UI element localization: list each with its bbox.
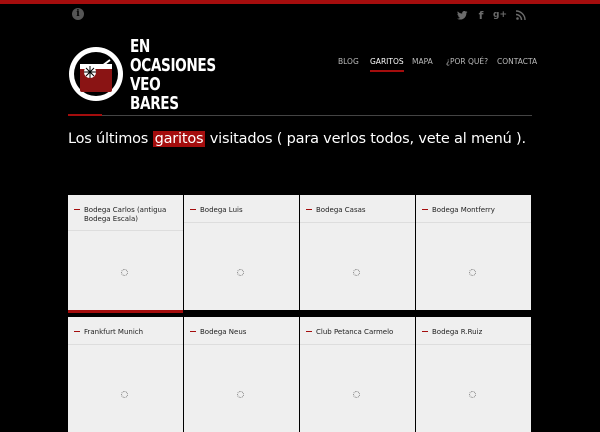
garito-card[interactable]: Bodega R.Ruiz — [416, 317, 531, 432]
nav-item-contacta[interactable]: CONTACTA — [497, 57, 537, 66]
logo-line: EN — [130, 37, 150, 57]
card-header: Bodega R.Ruiz — [416, 317, 531, 345]
card-header: Bodega Neus — [184, 317, 299, 345]
card-header: Bodega Casas — [300, 195, 415, 223]
card-header: Frankfurt Munich — [68, 317, 183, 345]
rss-icon[interactable] — [514, 8, 528, 22]
info-icon[interactable]: i — [72, 8, 84, 20]
garito-card[interactable]: Bodega Casas — [300, 195, 415, 310]
nav-item-mapa[interactable]: MAPA — [412, 57, 433, 66]
loading-spinner-icon — [237, 269, 244, 276]
loading-spinner-icon — [237, 391, 244, 398]
headline-highlight[interactable]: garitos — [152, 131, 206, 147]
garito-card[interactable]: Bodega Carlos (antigua Bodega Escala) — [68, 195, 183, 313]
card-title[interactable]: Bodega Luis — [200, 206, 292, 215]
headline-text: Los últimos — [68, 131, 153, 147]
loading-spinner-icon — [121, 269, 128, 276]
loading-spinner-icon — [469, 391, 476, 398]
logo-line: OCASIONES — [130, 56, 216, 76]
garito-card[interactable]: Bodega Luis — [184, 195, 299, 310]
card-dash — [306, 209, 312, 210]
headline-text: visitados ( para verlos todos, vete al m… — [205, 131, 526, 147]
page-headline: Los últimos garitos visitados ( para ver… — [68, 131, 526, 147]
top-accent-bar — [0, 0, 600, 4]
card-header: Club Petanca Carmelo — [300, 317, 415, 345]
card-title[interactable]: Club Petanca Carmelo — [316, 328, 408, 337]
loading-spinner-icon — [353, 269, 360, 276]
card-header: Bodega Carlos (antigua Bodega Escala) — [68, 195, 183, 231]
garito-card[interactable]: Club Petanca Carmelo — [300, 317, 415, 432]
card-title[interactable]: Frankfurt Munich — [84, 328, 176, 337]
garitos-grid: Bodega Carlos (antigua Bodega Escala) Bo… — [67, 194, 533, 432]
card-dash — [190, 209, 196, 210]
logo-text: EN OCASIONES VEO BARES — [130, 37, 216, 114]
facebook-icon[interactable]: f — [474, 8, 488, 22]
card-header: Bodega Luis — [184, 195, 299, 223]
card-dash — [422, 209, 428, 210]
card-dash — [190, 331, 196, 332]
divider-accent — [68, 114, 102, 116]
google-plus-icon[interactable]: g+ — [493, 8, 507, 22]
nav-item-por-que[interactable]: ¿POR QUÉ? — [446, 57, 488, 66]
card-header: Bodega Montferry — [416, 195, 531, 223]
twitter-icon[interactable] — [455, 8, 469, 22]
logo-line: VEO — [130, 75, 161, 95]
card-accent — [68, 310, 183, 313]
loading-spinner-icon — [469, 269, 476, 276]
card-title[interactable]: Bodega R.Ruiz — [432, 328, 524, 337]
logo-line: BARES — [130, 94, 179, 114]
nav-item-blog[interactable]: BLOG — [338, 57, 359, 66]
nav-item-garitos[interactable]: GARITOS — [370, 57, 404, 72]
card-dash — [74, 331, 80, 332]
garito-card[interactable]: Bodega Neus — [184, 317, 299, 432]
card-dash — [422, 331, 428, 332]
card-title[interactable]: Bodega Neus — [200, 328, 292, 337]
card-title[interactable]: Bodega Montferry — [432, 206, 524, 215]
card-title[interactable]: Bodega Carlos (antigua Bodega Escala) — [84, 206, 176, 224]
garito-card[interactable]: Frankfurt Munich — [68, 317, 183, 432]
card-title[interactable]: Bodega Casas — [316, 206, 408, 215]
site-logo[interactable]: EN OCASIONES VEO BARES — [68, 38, 218, 114]
garito-card[interactable]: Bodega Montferry — [416, 195, 531, 310]
loading-spinner-icon — [353, 391, 360, 398]
loading-spinner-icon — [121, 391, 128, 398]
card-dash — [74, 209, 80, 210]
card-dash — [306, 331, 312, 332]
header-divider — [68, 115, 532, 116]
glass-logo-icon — [69, 47, 123, 101]
